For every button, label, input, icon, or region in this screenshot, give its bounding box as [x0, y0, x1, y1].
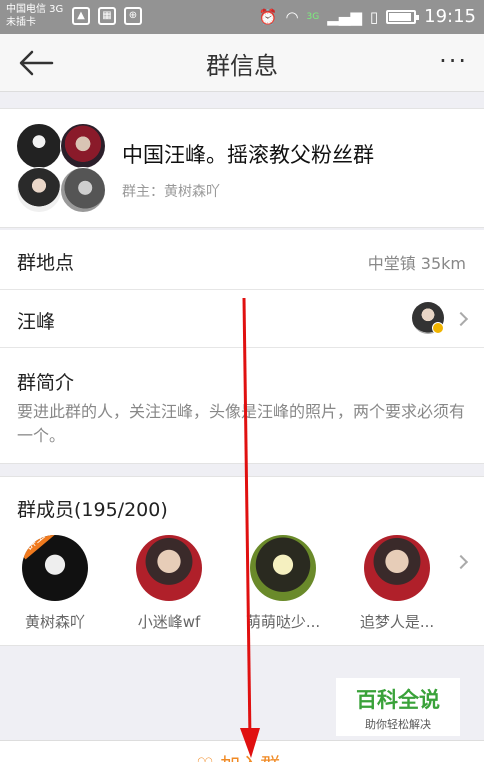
more-options-icon[interactable]: ··· [439, 47, 468, 75]
member-name: 黄树森吖 [24, 613, 85, 631]
screenshot-icon: ▲ [72, 7, 90, 25]
group-name: 中国汪峰。摇滚教父粉丝群 [122, 143, 374, 167]
intro-label: 群简介 [17, 372, 75, 394]
signal-icon: ▂▄▆ [327, 7, 362, 26]
members-section[interactable]: 群成员(195/200) 群主 黄树森吖 小迷峰wf 萌萌哒少... 追梦人是.… [0, 476, 484, 646]
member-name: 小迷峰wf [137, 613, 201, 631]
category-row[interactable]: 汪峰 [0, 290, 484, 348]
member-item[interactable]: 追梦人是... [347, 535, 447, 632]
member-name: 萌萌哒少... [245, 613, 321, 631]
watermark: 百科全说 助你轻松解决 [336, 678, 460, 736]
watermark-title: 百科全说 [356, 688, 440, 712]
member-name: 追梦人是... [359, 613, 435, 631]
member-avatar [16, 167, 62, 213]
system-icons: ⏰ ◠ 3G ▂▄▆ ▯ 19:15 [259, 6, 476, 27]
member-item[interactable]: 小迷峰wf [119, 535, 219, 632]
carrier-info: 中国电信 3G 未插卡 [6, 3, 63, 29]
intro-section: 群简介 要进此群的人，关注汪峰，头像是汪峰的照片，两个要求必须有一个。 [0, 348, 484, 464]
network-badge: 3G [306, 11, 320, 22]
watermark-subtitle: 助你轻松解决 [365, 718, 431, 731]
category-label: 汪峰 [17, 311, 56, 333]
member-avatar [60, 123, 106, 169]
chevron-right-icon [453, 311, 469, 327]
chevron-right-icon[interactable] [453, 554, 469, 570]
status-bar: 中国电信 3G 未插卡 ▲ ▦ ⊕ ⏰ ◠ 3G ▂▄▆ ▯ 19:15 [0, 0, 484, 34]
clock: 19:15 [424, 6, 476, 27]
member-avatar [16, 123, 62, 169]
page-title: 群信息 [206, 52, 278, 80]
location-value: 中堂镇 35km [367, 254, 466, 273]
member-item[interactable]: 群主 黄树森吖 [5, 535, 105, 632]
alarm-icon: ⏰ [258, 7, 278, 26]
member-avatar [60, 167, 106, 213]
navigation-bar: 群信息 ··· [0, 34, 484, 92]
member-avatar [136, 535, 202, 601]
usb-icon: ⊕ [124, 7, 142, 25]
bottom-bar: ♡ 加入群 [0, 740, 484, 762]
join-group-button[interactable]: ♡ 加入群 [196, 749, 280, 762]
group-avatar [16, 123, 106, 213]
verified-badge-icon [432, 322, 444, 334]
sim-icon: ▯ [369, 7, 379, 26]
member-avatar: 群主 [22, 535, 88, 601]
wifi-icon: ◠ [285, 7, 299, 26]
member-avatar [364, 535, 430, 601]
intro-text: 要进此群的人，关注汪峰，头像是汪峰的照片，两个要求必须有一个。 [17, 402, 466, 445]
carrier-line1: 中国电信 3G [6, 4, 64, 15]
member-item[interactable]: 萌萌哒少... [233, 535, 333, 632]
join-icon: ♡ [196, 753, 220, 762]
member-avatar [250, 535, 316, 601]
location-label: 群地点 [17, 252, 75, 274]
battery-icon [386, 9, 420, 24]
group-owner: 群主：黄树森吖 [122, 184, 220, 200]
join-label: 加入群 [220, 753, 280, 762]
group-header: 中国汪峰。摇滚教父粉丝群 群主：黄树森吖 [0, 108, 484, 228]
owner-badge: 群主 [22, 535, 55, 560]
image-icon: ▦ [98, 7, 116, 25]
carrier-line2: 未插卡 [6, 17, 36, 28]
notification-icons: ▲ ▦ ⊕ [72, 7, 142, 25]
location-row[interactable]: 群地点 中堂镇 35km [0, 230, 484, 290]
members-title: 群成员(195/200) [17, 499, 168, 521]
